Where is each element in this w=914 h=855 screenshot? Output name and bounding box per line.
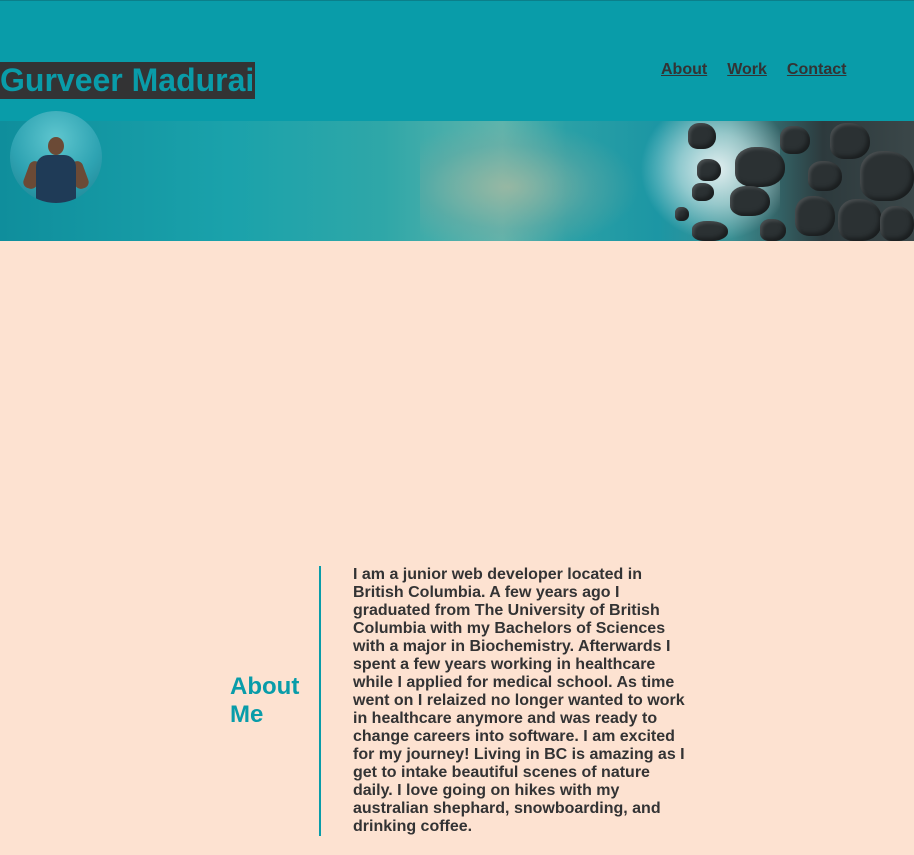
hero-rock [760, 219, 786, 241]
nav-link-about[interactable]: About [661, 61, 707, 79]
hero-rock [838, 199, 882, 241]
site-header: Gurveer Madurai About Work Contact [0, 0, 914, 121]
nav-link-contact[interactable]: Contact [787, 61, 847, 79]
hero-rock [880, 206, 914, 241]
about-body-text: I am a junior web developer located in B… [353, 566, 685, 835]
avatar-figure-body [36, 155, 76, 203]
hero-rock [830, 123, 870, 159]
hero-rock [795, 196, 835, 236]
hero-banner-image [0, 121, 914, 241]
hero-rock [780, 126, 810, 154]
hero-rock [688, 123, 716, 149]
hero-rock [730, 186, 770, 216]
hero-rock [735, 147, 785, 187]
hero-rock [692, 221, 728, 241]
hero-rock [675, 207, 689, 221]
hero-rock [697, 159, 721, 181]
main-nav: About Work Contact [661, 61, 846, 79]
hero-sand-shallows [420, 121, 640, 241]
hero-rock [808, 161, 842, 191]
site-title: Gurveer Madurai [0, 62, 256, 99]
profile-avatar [10, 111, 102, 203]
page: Gurveer Madurai About Work Contact About… [0, 0, 914, 855]
hero-rock [860, 151, 914, 201]
about-divider [319, 566, 321, 836]
nav-link-work[interactable]: Work [727, 61, 767, 79]
avatar-figure-head [48, 137, 64, 155]
hero-rock [692, 183, 714, 201]
about-heading: About Me [230, 673, 300, 728]
